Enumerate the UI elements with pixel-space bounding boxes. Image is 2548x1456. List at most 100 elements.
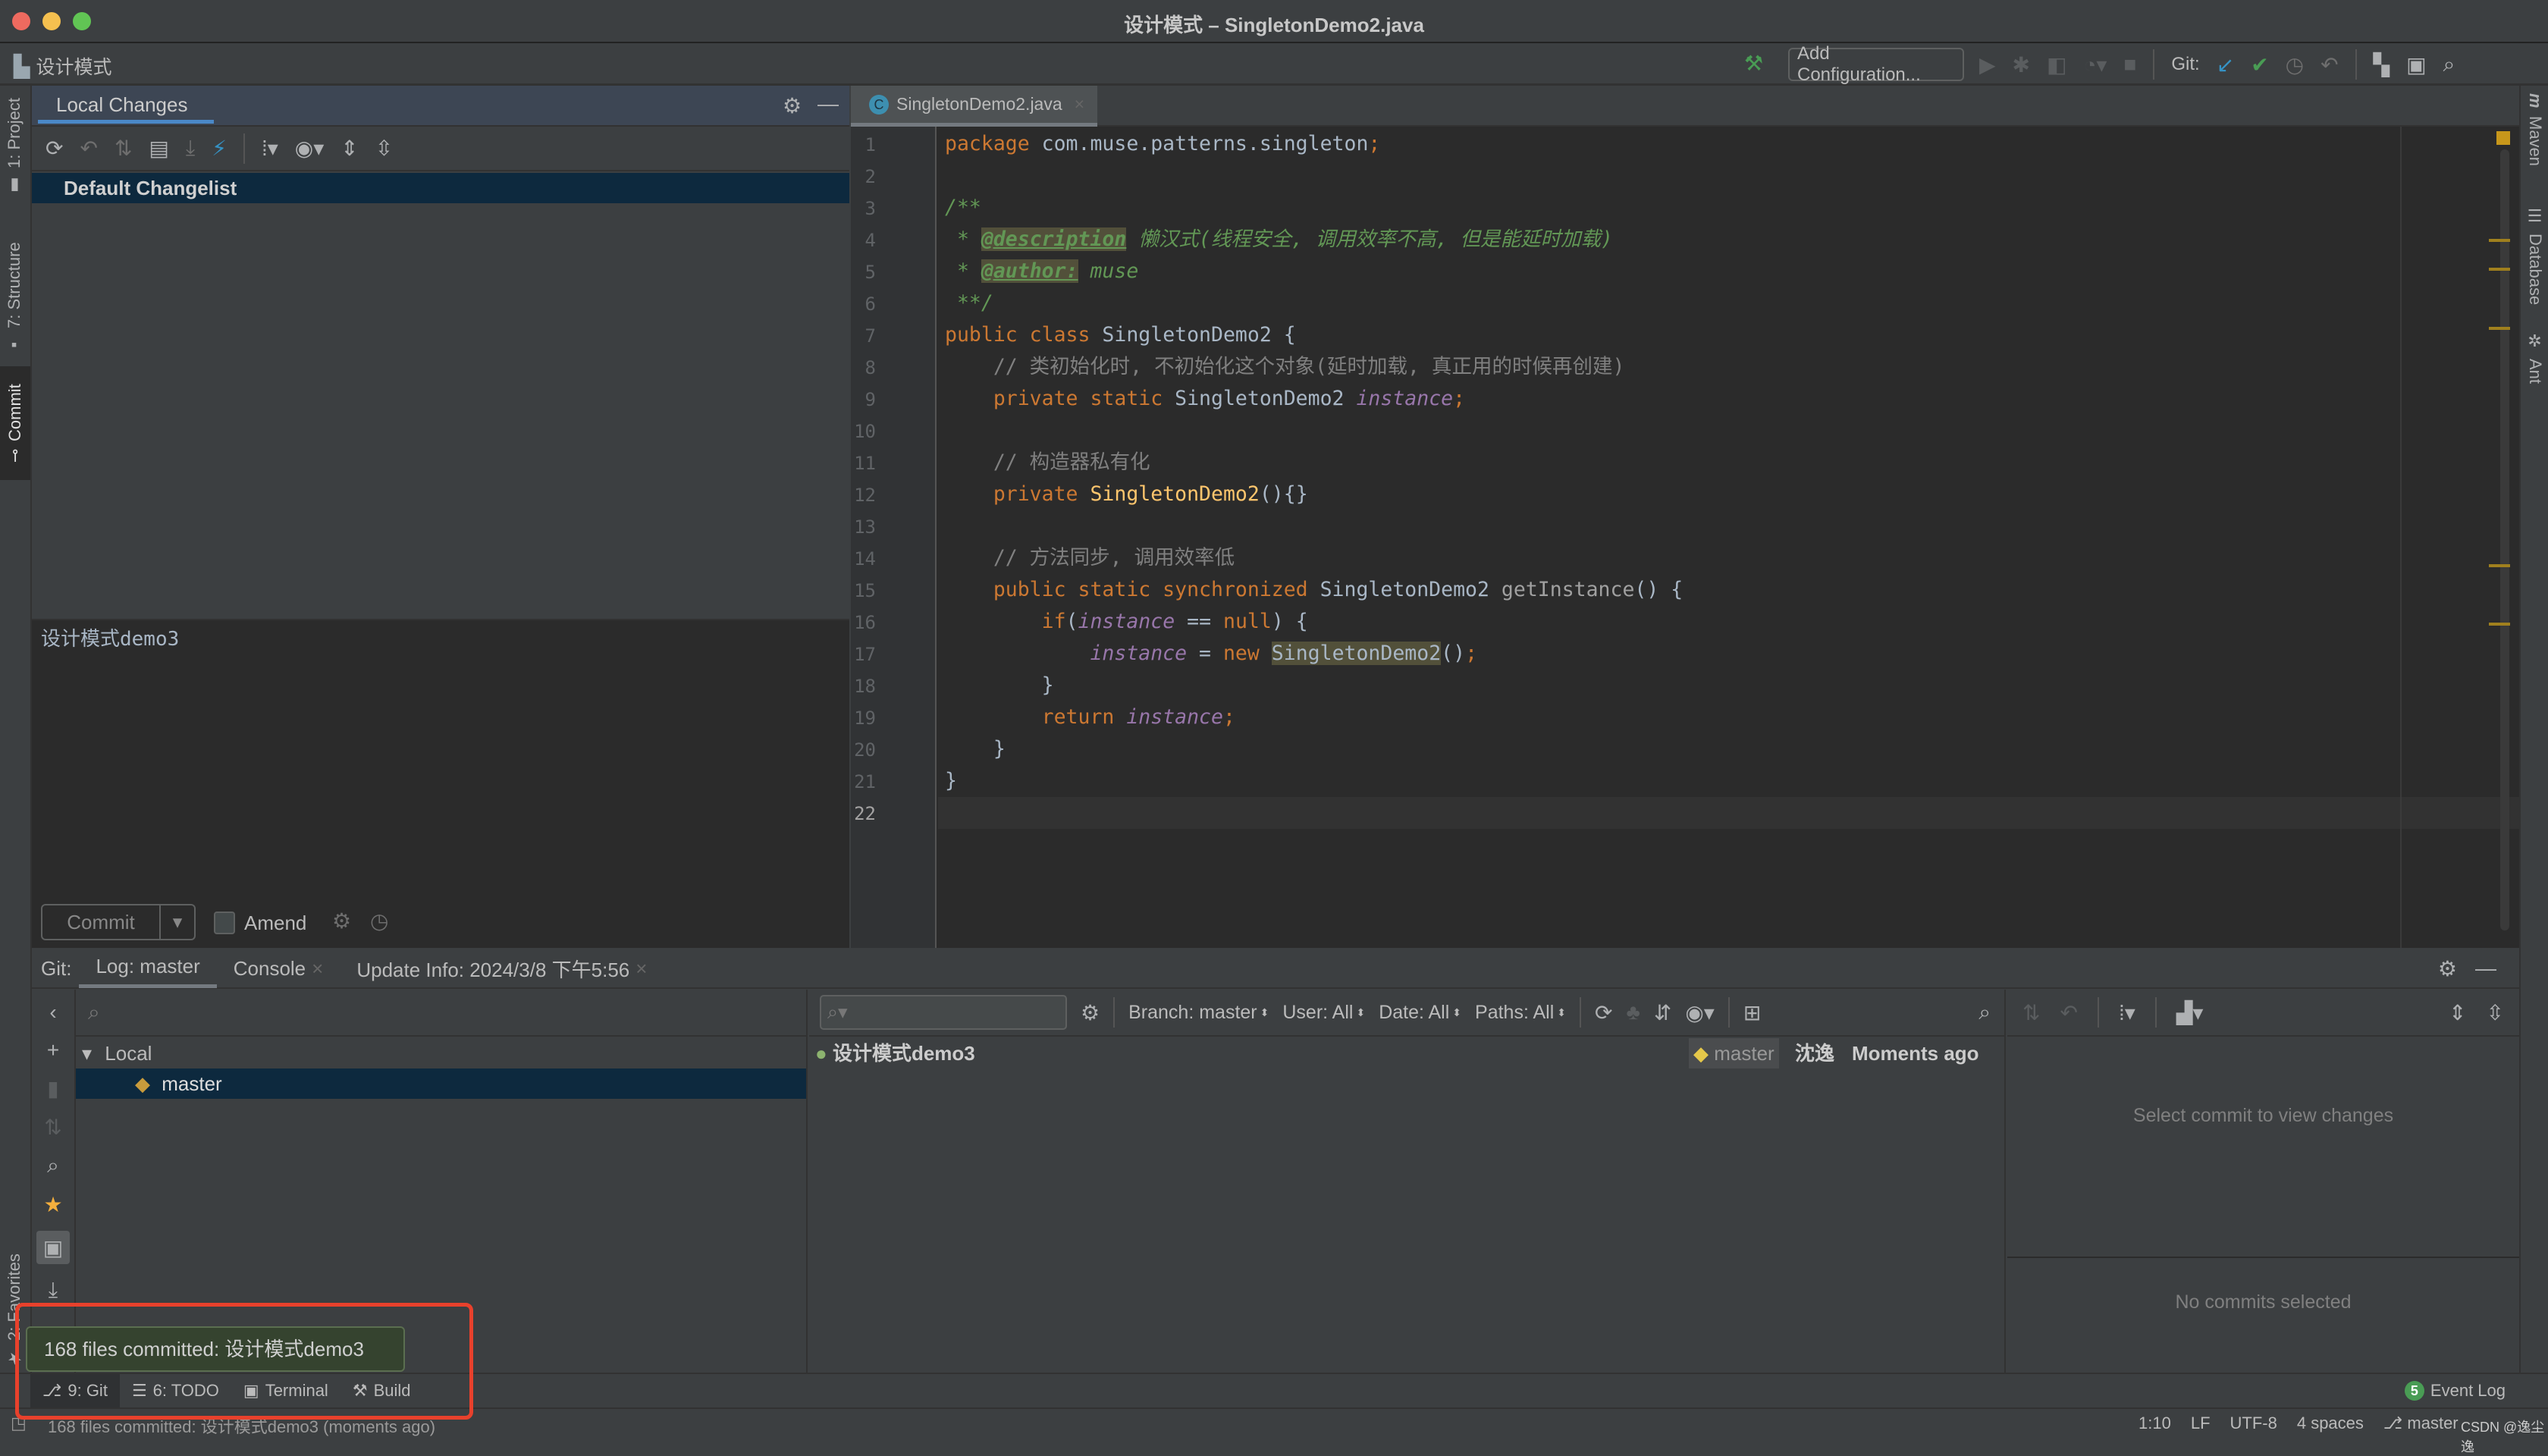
error-stripe-mark[interactable] [2489, 327, 2510, 330]
favorite-star-icon[interactable]: ★ [43, 1192, 62, 1217]
commit-message-input[interactable]: 设计模式demo3 [41, 623, 845, 881]
expand-icon[interactable]: ⤓ [49, 1278, 58, 1303]
code-token: } [945, 673, 1054, 697]
git-update-icon[interactable]: ↙ [2217, 52, 2234, 77]
collapse-all-icon[interactable]: ⇳ [2487, 1000, 2504, 1025]
hide-icon[interactable]: — [817, 92, 839, 116]
error-stripe-mark[interactable] [2489, 623, 2510, 626]
search-icon[interactable]: ⌕ [1978, 1000, 1991, 1025]
refresh-icon[interactable]: ⟳ [46, 136, 63, 161]
line-separator[interactable]: LF [2191, 1414, 2211, 1433]
tab-update-info[interactable]: Update Info: 2024/3/8 下午5:56 × [340, 949, 664, 988]
branch-search-field[interactable]: ⌕ [76, 990, 808, 1037]
group-by-icon[interactable]: ⁞▾ [2119, 1000, 2135, 1025]
close-tab-icon[interactable]: × [1075, 94, 1084, 115]
code-editor[interactable]: 1 2 3 4 5 6 7 8 9 10 11 12 13 14 15 16 17 18 19 20 21 22 pack… [851, 127, 2519, 948]
update-icon[interactable]: ⚡ [212, 136, 227, 161]
date-filter[interactable]: Date: All ⬍ [1379, 1002, 1461, 1024]
refresh-icon[interactable]: ⟳ [1595, 1000, 1612, 1025]
show-tags-icon[interactable]: ▣ [36, 1231, 70, 1264]
cherry-pick-icon[interactable]: ♣ [1626, 1000, 1640, 1025]
error-stripe-mark[interactable] [2489, 268, 2510, 271]
collapse-branches-icon[interactable]: ‹ [49, 1000, 56, 1025]
sort-icon[interactable]: ⇵ [1654, 1000, 1671, 1025]
view-options-icon[interactable]: ◉▾ [295, 136, 325, 161]
git-branch-widget[interactable]: ⎇ master [2383, 1414, 2459, 1433]
code-token: if [945, 610, 1066, 633]
user-filter[interactable]: User: All ⬍ [1282, 1002, 1365, 1024]
search-icon[interactable]: ⌕ [47, 1153, 59, 1178]
git-history-icon[interactable]: ◷ [2286, 52, 2304, 77]
tool-database[interactable]: ☰ Database [2525, 207, 2545, 305]
paths-filter[interactable]: Paths: All ⬍ [1475, 1002, 1566, 1024]
event-log-button[interactable]: 5 Event Log [2393, 1374, 2518, 1407]
code-line: // 类初始化时, 不初始化这个对象(延时加载, 真正用的时候再创建) [945, 351, 1625, 383]
collapse-all-icon[interactable]: ⇳ [375, 136, 393, 161]
view-options-eye-icon[interactable]: ◉▾ [1685, 1000, 1715, 1025]
group-by-icon[interactable]: ⁞▾ [262, 136, 278, 161]
tool-structure[interactable]: ▪ 7: Structure [5, 226, 24, 355]
hide-icon[interactable]: — [2475, 956, 2496, 981]
branch-group-local[interactable]: ▾ Local [76, 1038, 806, 1068]
close-tab-icon[interactable]: × [635, 957, 647, 981]
commit-button[interactable]: Commit ▾ [41, 904, 196, 940]
tool-commit[interactable]: ⊸ Commit [0, 366, 30, 480]
expand-all-icon[interactable]: ⇕ [2449, 1000, 2466, 1025]
build-hammer-icon[interactable]: ⚒ [1744, 51, 1763, 76]
project-breadcrumb[interactable]: ▙ 设计模式 [14, 52, 112, 80]
run-anything-icon[interactable]: ▣ [2406, 52, 2426, 77]
branch-item-master[interactable]: ◆ master [76, 1068, 806, 1099]
inspection-warning-indicator[interactable] [2496, 131, 2510, 145]
gear-icon[interactable]: ⚙ [783, 93, 802, 118]
gear-icon[interactable]: ⚙ [2438, 956, 2457, 981]
tab-log-master[interactable]: Log: master [79, 949, 217, 988]
error-stripe-mark[interactable] [2489, 239, 2510, 242]
error-stripe-mark[interactable] [2489, 564, 2510, 567]
file-encoding[interactable]: UTF-8 [2230, 1414, 2277, 1433]
close-tab-icon[interactable]: × [312, 957, 323, 981]
tool-ant[interactable]: ✲ Ant [2525, 332, 2545, 384]
changelist-icon[interactable]: ▤ [149, 136, 168, 161]
tool-maven[interactable]: m Maven [2525, 93, 2545, 166]
amend-label: Amend [244, 912, 307, 934]
show-diff-icon[interactable]: ⇅ [2022, 1000, 2040, 1025]
project-structure-icon[interactable]: ▚ [2374, 52, 2390, 77]
compare-icon[interactable]: ⇅ [44, 1115, 61, 1140]
delete-branch-icon[interactable]: ▮ [47, 1076, 58, 1101]
stop-icon[interactable]: ■ [2123, 52, 2136, 77]
log-settings-gear-icon[interactable]: ⚙ [1081, 1000, 1100, 1025]
revert-icon[interactable]: ↶ [2060, 1000, 2077, 1025]
tab-console[interactable]: Console × [217, 949, 340, 988]
profile-icon[interactable]: ◔▾ [2083, 52, 2107, 77]
coverage-icon[interactable]: ◧ [2047, 52, 2066, 77]
rollback-icon[interactable]: ↶ [80, 136, 97, 161]
tool-project[interactable]: ▮ 1: Project [5, 96, 24, 195]
diff-icon[interactable]: ⇅ [115, 136, 132, 161]
debug-icon[interactable]: ✱ [2013, 52, 2030, 77]
add-configuration-button[interactable]: Add Configuration... [1788, 43, 1964, 85]
log-search-input[interactable]: ⌕▾ [820, 995, 1067, 1030]
search-everywhere-icon[interactable]: ⌕ [2443, 52, 2455, 77]
tab-singletondemo2[interactable]: C SingletonDemo2.java × [851, 86, 1097, 127]
indent-setting[interactable]: 4 spaces [2297, 1414, 2364, 1433]
layout-icon[interactable]: ▟▾ [2176, 1000, 2204, 1025]
branch-filter[interactable]: Branch: master ⬍ [1128, 1002, 1269, 1024]
commit-history-clock-icon[interactable]: ◷ [370, 908, 388, 934]
commit-options-chevron-icon[interactable]: ▾ [161, 905, 194, 939]
changelist-default[interactable]: Default Changelist [32, 173, 849, 203]
expand-all-icon[interactable]: ⇕ [340, 136, 358, 161]
run-icon[interactable]: ▶ [1979, 52, 1996, 77]
line-number: 12 [854, 485, 876, 506]
new-branch-plus-icon[interactable]: + [47, 1038, 59, 1062]
code-line: public static synchronized SingletonDemo… [945, 574, 1683, 606]
commit-settings-gear-icon[interactable]: ⚙ [332, 908, 351, 934]
git-commit-icon[interactable]: ✔ [2251, 52, 2268, 77]
git-rollback-icon[interactable]: ↶ [2320, 52, 2338, 77]
shelve-icon[interactable]: ⤓ [186, 136, 195, 161]
tab-local-changes[interactable]: Local Changes [38, 86, 214, 124]
caret-position[interactable]: 1:10 [2138, 1414, 2171, 1433]
open-new-tab-icon[interactable]: ⊞ [1743, 1000, 1761, 1025]
commit-row[interactable]: ● 设计模式demo3 ◆ master 沈逸 Moments ago [809, 1038, 2004, 1068]
amend-checkbox[interactable] [214, 912, 235, 934]
vertical-scrollbar[interactable] [2500, 149, 2509, 930]
